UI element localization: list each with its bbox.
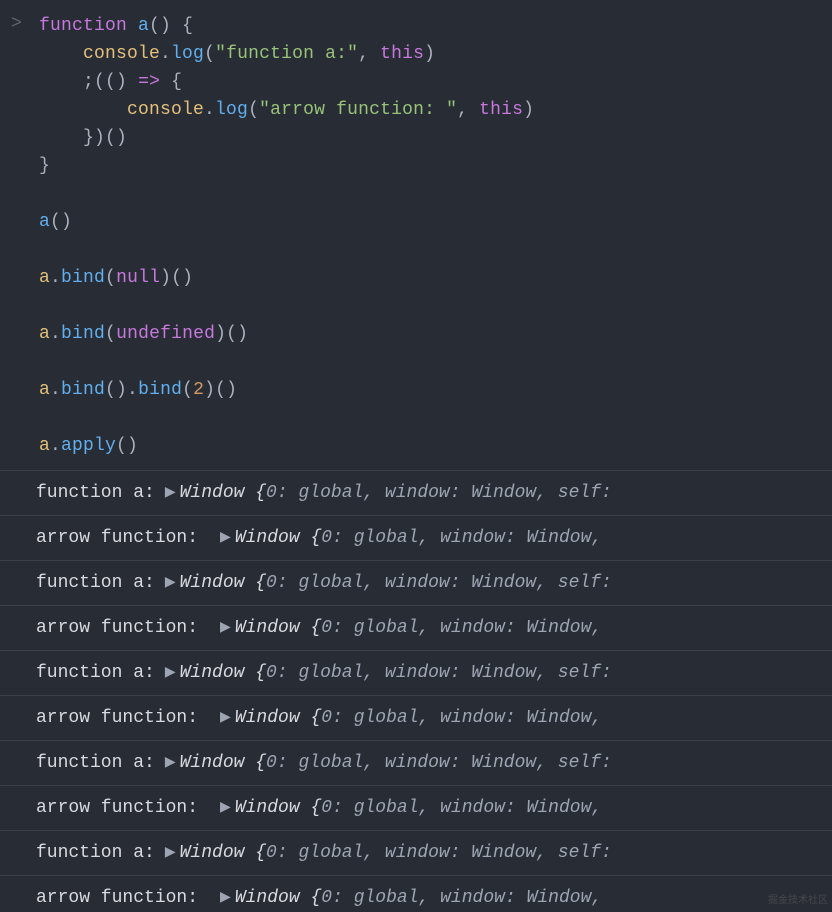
- keyword-this: this: [380, 44, 424, 64]
- string-literal: "function a:": [215, 44, 358, 64]
- call-a: a: [39, 212, 50, 232]
- log-row[interactable]: arrow function: ▶ Window {0: global, win…: [0, 605, 832, 650]
- log-row[interactable]: arrow function: ▶ Window {0: global, win…: [0, 515, 832, 560]
- log-label: function a:: [36, 839, 155, 867]
- console-input-block: > function a() { console.log("function a…: [0, 8, 832, 464]
- method-log: log: [215, 100, 248, 120]
- method-bind: bind: [138, 380, 182, 400]
- log-label: arrow function:: [36, 614, 198, 642]
- prompt-icon: >: [11, 12, 39, 34]
- method-bind: bind: [61, 268, 105, 288]
- method-log: log: [171, 44, 204, 64]
- method-bind: bind: [61, 380, 105, 400]
- identifier-console: console: [127, 100, 204, 120]
- log-object-preview: Window {0: global, window: Window,: [235, 704, 602, 732]
- keyword-null: null: [116, 268, 160, 288]
- log-row[interactable]: function a: ▶ Window {0: global, window:…: [0, 560, 832, 605]
- keyword-function: function: [39, 16, 127, 36]
- log-label: arrow function:: [36, 524, 198, 552]
- expand-icon[interactable]: ▶: [165, 479, 176, 507]
- log-label: function a:: [36, 659, 155, 687]
- log-object-preview: Window {0: global, window: Window, self:: [180, 569, 612, 597]
- expand-icon[interactable]: ▶: [220, 794, 231, 822]
- log-object-preview: Window {0: global, window: Window, self:: [180, 749, 612, 777]
- expand-icon[interactable]: ▶: [165, 839, 176, 867]
- keyword-this: this: [479, 100, 523, 120]
- log-object-preview: Window {0: global, window: Window,: [235, 794, 602, 822]
- expand-icon[interactable]: ▶: [220, 884, 231, 912]
- log-object-preview: Window {0: global, window: Window,: [235, 884, 602, 912]
- code-editor-content[interactable]: function a() { console.log("function a:"…: [39, 12, 534, 460]
- arrow-token: =>: [138, 72, 160, 92]
- method-bind: bind: [61, 324, 105, 344]
- log-row[interactable]: function a: ▶ Window {0: global, window:…: [0, 740, 832, 785]
- method-apply: apply: [61, 436, 116, 456]
- expand-icon[interactable]: ▶: [220, 704, 231, 732]
- log-row[interactable]: arrow function: ▶ Window {0: global, win…: [0, 695, 832, 740]
- log-object-preview: Window {0: global, window: Window, self:: [180, 839, 612, 867]
- log-row[interactable]: arrow function: ▶ Window {0: global, win…: [0, 785, 832, 830]
- log-object-preview: Window {0: global, window: Window, self:: [180, 659, 612, 687]
- log-object-preview: Window {0: global, window: Window,: [235, 614, 602, 642]
- expand-icon[interactable]: ▶: [165, 749, 176, 777]
- log-label: arrow function:: [36, 794, 198, 822]
- log-label: arrow function:: [36, 704, 198, 732]
- watermark: 掘金技术社区: [768, 891, 828, 906]
- log-label: arrow function:: [36, 884, 198, 912]
- log-object-preview: Window {0: global, window: Window, self:: [180, 479, 612, 507]
- expand-icon[interactable]: ▶: [220, 614, 231, 642]
- log-row[interactable]: function a: ▶ Window {0: global, window:…: [0, 830, 832, 875]
- log-row[interactable]: function a: ▶ Window {0: global, window:…: [0, 470, 832, 515]
- log-object-preview: Window {0: global, window: Window,: [235, 524, 602, 552]
- function-name-a: a: [138, 16, 149, 36]
- identifier-console: console: [83, 44, 160, 64]
- string-literal: "arrow function: ": [259, 100, 457, 120]
- log-label: function a:: [36, 479, 155, 507]
- log-label: function a:: [36, 749, 155, 777]
- console-log-output: function a: ▶ Window {0: global, window:…: [0, 470, 832, 912]
- expand-icon[interactable]: ▶: [220, 524, 231, 552]
- keyword-undefined: undefined: [116, 324, 215, 344]
- expand-icon[interactable]: ▶: [165, 659, 176, 687]
- devtools-console: > function a() { console.log("function a…: [0, 0, 832, 912]
- log-row[interactable]: function a: ▶ Window {0: global, window:…: [0, 650, 832, 695]
- number-literal: 2: [193, 380, 204, 400]
- log-label: function a:: [36, 569, 155, 597]
- expand-icon[interactable]: ▶: [165, 569, 176, 597]
- log-row[interactable]: arrow function: ▶ Window {0: global, win…: [0, 875, 832, 912]
